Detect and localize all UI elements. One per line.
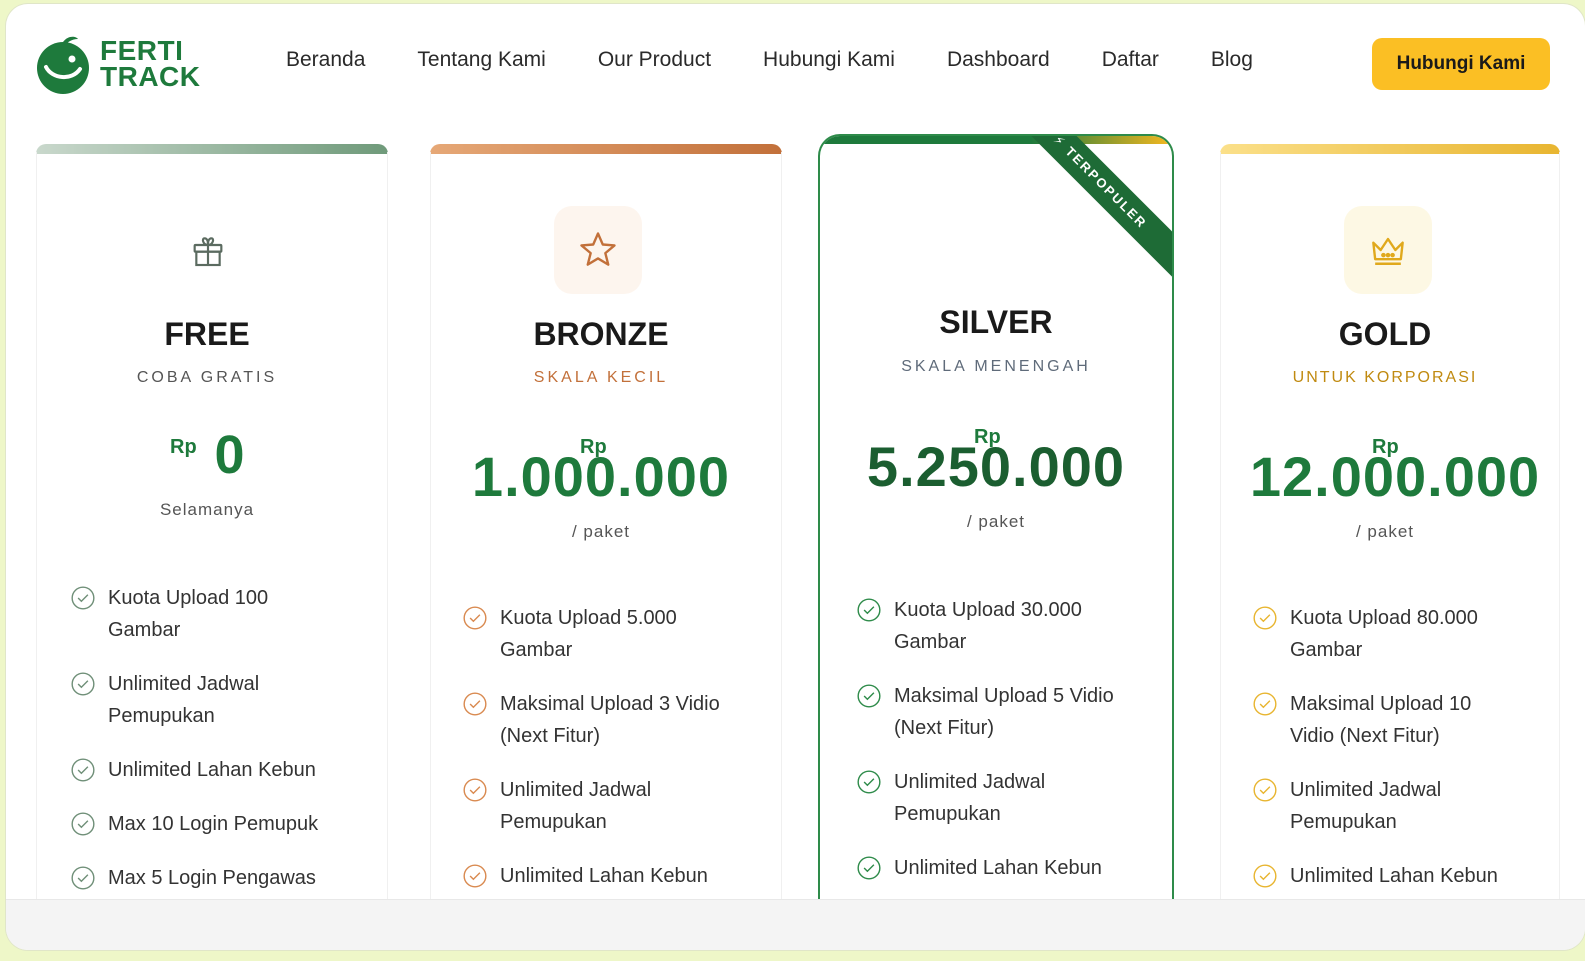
feature-text: Unlimited Lahan Kebun xyxy=(1290,865,1498,887)
nav-tentang-kami[interactable]: Tentang Kami xyxy=(417,48,545,72)
feature-text: Kuota Upload 100 Gambar xyxy=(108,587,269,641)
feature-text: Kuota Upload 5.000 Gambar xyxy=(500,607,677,661)
plan-subtitle: COBA GRATIS xyxy=(136,369,278,386)
feature-text: Max 5 Login Pengawas xyxy=(108,867,316,889)
plan-name: BRONZE xyxy=(533,316,669,352)
plan-price: 5.250.000 xyxy=(866,435,1126,498)
plan-period: / paket xyxy=(1355,522,1415,541)
nav-daftar[interactable]: Daftar xyxy=(1102,48,1159,72)
hubungi-kami-button[interactable]: Hubungi Kami xyxy=(1372,38,1550,90)
check-circle-icon xyxy=(71,586,95,610)
popular-ribbon: ⚡ TERPOPULER xyxy=(1003,134,1172,279)
plan-price: 0 xyxy=(214,425,246,485)
plan-feature-list: Kuota Upload 100 Gambar Unlimited Jadwal… xyxy=(70,582,368,916)
feature-item: Unlimited Jadwal Pemupukan xyxy=(1252,774,1540,838)
feature-item: Unlimited Lahan Kebun xyxy=(1252,860,1540,892)
feature-item: Unlimited Jadwal Pemupukan xyxy=(856,766,1152,830)
feature-item: Max 10 Login Pemupuk xyxy=(70,808,368,840)
plan-feature-list: Kuota Upload 5.000 Gambar Maksimal Uploa… xyxy=(462,602,762,914)
check-circle-icon xyxy=(71,758,95,782)
feature-text: Unlimited Lahan Kebun xyxy=(108,759,316,781)
plan-period: / paket xyxy=(966,512,1026,531)
check-circle-icon xyxy=(1253,778,1277,802)
feature-text: Unlimited Jadwal Pemupukan xyxy=(108,673,260,727)
check-circle-icon xyxy=(857,598,881,622)
feature-item: Unlimited Jadwal Pemupukan xyxy=(70,668,368,732)
check-circle-icon xyxy=(463,692,487,716)
feature-text: Unlimited Jadwal Pemupukan xyxy=(500,779,652,833)
feature-item: Max 5 Login Pengawas xyxy=(70,862,368,894)
feature-text: Unlimited Jadwal Pemupukan xyxy=(1290,779,1442,833)
plan-name: GOLD xyxy=(1338,316,1432,352)
main-nav: Beranda Tentang Kami Our Product Hubungi… xyxy=(286,48,1305,72)
ribbon-label: TERPOPULER xyxy=(1062,143,1151,232)
gift-icon xyxy=(164,206,252,294)
check-circle-icon xyxy=(71,812,95,836)
plan-name: SILVER xyxy=(939,304,1053,340)
check-circle-icon xyxy=(857,856,881,880)
feature-item: Kuota Upload 5.000 Gambar xyxy=(462,602,762,666)
plan-accent-bar xyxy=(820,136,1172,144)
plan-price: 12.000.000 xyxy=(1249,445,1541,508)
star-icon xyxy=(554,206,642,294)
feature-item: Unlimited Lahan Kebun xyxy=(462,860,762,892)
plan-card-gold: GOLD UNTUK KORPORASI Rp 12.000.000 / pak… xyxy=(1220,144,1560,944)
logo-leaf-icon xyxy=(32,33,94,95)
plan-name: FREE xyxy=(164,316,250,352)
feature-text: Max 10 Login Pemupuk xyxy=(108,813,319,835)
logo-wordmark: FERTI TRACK xyxy=(100,37,201,92)
feature-item: Unlimited Jadwal Pemupukan xyxy=(462,774,762,838)
feature-text: Unlimited Lahan Kebun xyxy=(500,865,708,887)
plan-feature-list: Kuota Upload 30.000 Gambar Maksimal Uplo… xyxy=(856,594,1152,906)
feature-text: Maksimal Upload 3 Vidio (Next Fitur) xyxy=(500,693,720,747)
feature-item: Maksimal Upload 10 Vidio (Next Fitur) xyxy=(1252,688,1540,752)
nav-beranda[interactable]: Beranda xyxy=(286,48,365,72)
feature-text: Unlimited Lahan Kebun xyxy=(894,857,1102,879)
check-circle-icon xyxy=(1253,606,1277,630)
feature-item: Kuota Upload 80.000 Gambar xyxy=(1252,602,1540,666)
browser-viewport: FERTI TRACK Beranda Tentang Kami Our Pro… xyxy=(6,4,1585,950)
plan-subtitle: SKALA MENENGAH xyxy=(901,358,1091,375)
plan-feature-list: Kuota Upload 80.000 Gambar Maksimal Uplo… xyxy=(1252,602,1540,914)
plan-period: Selamanya xyxy=(159,500,255,519)
feature-item: Kuota Upload 30.000 Gambar xyxy=(856,594,1152,658)
nav-hubungi-kami[interactable]: Hubungi Kami xyxy=(763,48,895,72)
feature-text: Maksimal Upload 10 Vidio (Next Fitur) xyxy=(1290,693,1472,747)
check-circle-icon xyxy=(463,606,487,630)
plan-price: 1.000.000 xyxy=(471,445,731,508)
feature-item: Unlimited Lahan Kebun xyxy=(856,852,1152,884)
feature-item: Kuota Upload 100 Gambar xyxy=(70,582,368,646)
plan-card-free: FREE COBA GRATIS Rp 0 Selamanya Kuota Up… xyxy=(36,144,388,944)
check-circle-icon xyxy=(463,864,487,888)
feature-text: Kuota Upload 30.000 Gambar xyxy=(894,599,1082,653)
plan-card-bronze: BRONZE SKALA KECIL Rp 1.000.000 / paket … xyxy=(430,144,782,944)
feature-text: Maksimal Upload 5 Vidio (Next Fitur) xyxy=(894,685,1114,739)
plan-period: / paket xyxy=(571,522,631,541)
logo[interactable]: FERTI TRACK xyxy=(32,32,201,96)
feature-item: Maksimal Upload 3 Vidio (Next Fitur) xyxy=(462,688,762,752)
check-circle-icon xyxy=(1253,692,1277,716)
bolt-icon: ⚡ xyxy=(1050,134,1070,151)
check-circle-icon xyxy=(857,684,881,708)
plan-subtitle: SKALA KECIL xyxy=(533,369,669,386)
nav-our-product[interactable]: Our Product xyxy=(598,48,711,72)
plan-card-silver: ⚡ TERPOPULER SILVER SKALA MENENGAH Rp 5.… xyxy=(818,134,1174,916)
nav-blog[interactable]: Blog xyxy=(1211,48,1253,72)
feature-item: Maksimal Upload 5 Vidio (Next Fitur) xyxy=(856,680,1152,744)
crown-icon xyxy=(1344,206,1432,294)
check-circle-icon xyxy=(463,778,487,802)
feature-item: Unlimited Lahan Kebun xyxy=(70,754,368,786)
logo-line-2: TRACK xyxy=(100,61,201,92)
feature-text: Kuota Upload 80.000 Gambar xyxy=(1290,607,1478,661)
check-circle-icon xyxy=(857,770,881,794)
check-circle-icon xyxy=(1253,864,1277,888)
nav-dashboard[interactable]: Dashboard xyxy=(947,48,1050,72)
check-circle-icon xyxy=(71,672,95,696)
check-circle-icon xyxy=(71,866,95,890)
plan-subtitle: UNTUK KORPORASI xyxy=(1292,369,1478,386)
feature-text: Unlimited Jadwal Pemupukan xyxy=(894,771,1046,825)
